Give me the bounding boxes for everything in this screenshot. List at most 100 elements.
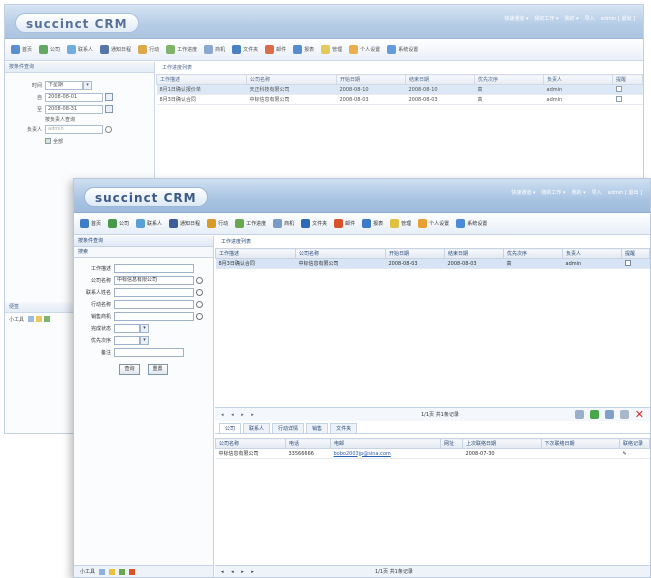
column-header[interactable]: 提醒: [612, 74, 643, 85]
reminder-checkbox[interactable]: [615, 85, 622, 92]
all-checkbox[interactable]: [45, 138, 51, 144]
tab-sales[interactable]: 销售: [306, 423, 329, 433]
toolbar-item[interactable]: 首页: [80, 219, 101, 228]
column-header[interactable]: 下次联络日期: [540, 438, 620, 449]
tab-company[interactable]: 公司: [219, 423, 242, 433]
table-row[interactable]: 中标信息有限公司 33566666 bobo2003jp@sina.com 20…: [215, 448, 650, 459]
toolbar-item[interactable]: 公司: [108, 219, 129, 228]
field-input[interactable]: [114, 299, 194, 309]
column-header[interactable]: 提醒: [621, 248, 650, 259]
tool-icon[interactable]: [119, 568, 126, 575]
column-header[interactable]: 结束日期: [405, 74, 475, 85]
pager-arrows[interactable]: ◂ ◂ ▸ ▸: [221, 569, 371, 575]
field-input[interactable]: [114, 335, 140, 345]
toolbar-item[interactable]: 商机: [273, 219, 294, 228]
column-header[interactable]: 公司名称: [215, 438, 286, 449]
email-link[interactable]: bobo2003jp@sina.com: [330, 448, 441, 459]
refresh-icon[interactable]: [574, 410, 584, 419]
toplink[interactable]: admin [ 退出 ]: [601, 15, 635, 22]
toplink[interactable]: 我的 ▾: [565, 15, 579, 22]
tool-icon[interactable]: [129, 568, 136, 575]
toplink[interactable]: 导入: [592, 189, 602, 196]
search-icon[interactable]: [105, 125, 112, 133]
field-input[interactable]: 中标信息有限公司: [114, 275, 194, 285]
toolbar-item[interactable]: 文件夹: [301, 219, 327, 228]
column-header[interactable]: 公司名称: [246, 74, 337, 85]
table-row[interactable]: 8月1日确认报价单 天正科技有限公司 2008-08-10 2008-08-10…: [156, 84, 643, 95]
toolbar-item[interactable]: 管理: [390, 219, 411, 228]
toolbar-item[interactable]: 系统设置: [387, 45, 418, 54]
search-icon[interactable]: [196, 276, 203, 284]
edit-icon[interactable]: [619, 410, 629, 419]
toolbar-item[interactable]: 个人设置: [418, 219, 449, 228]
tool-icon[interactable]: [109, 568, 116, 575]
edit-record-icon[interactable]: ✎: [619, 448, 650, 459]
toolbar-item[interactable]: 文件夹: [232, 45, 258, 54]
column-header[interactable]: 负责人: [562, 248, 622, 259]
toplink[interactable]: admin [ 退出 ]: [608, 189, 642, 196]
from-date-input[interactable]: 2008-08-01: [45, 92, 103, 102]
toplink[interactable]: 导入: [585, 15, 595, 22]
column-header[interactable]: 优先次序: [474, 74, 544, 85]
toplink[interactable]: 我的工作 ▾: [541, 189, 565, 196]
column-header[interactable]: 联络记录: [619, 438, 650, 449]
toplink[interactable]: 我的 ▾: [572, 189, 586, 196]
reset-button[interactable]: 重置: [147, 363, 168, 375]
tab-contacts[interactable]: 联系人: [243, 423, 271, 433]
chevron-down-icon[interactable]: ▾: [140, 323, 149, 333]
to-date-input[interactable]: 2008-08-31: [45, 104, 103, 114]
toolbar-item[interactable]: 管理: [321, 45, 342, 54]
toplink[interactable]: 快速通道 ▾: [504, 15, 528, 22]
column-header[interactable]: 开始日期: [336, 74, 406, 85]
column-header[interactable]: 公司名称: [295, 248, 386, 259]
tool-icon[interactable]: [99, 568, 106, 575]
toplink[interactable]: 我的工作 ▾: [534, 15, 558, 22]
pager-arrows[interactable]: ◂ ◂ ▸ ▸: [221, 412, 421, 418]
toolbar-item[interactable]: 邮件: [265, 45, 286, 54]
column-header[interactable]: 优先次序: [503, 248, 563, 259]
field-input[interactable]: [114, 347, 184, 357]
reminder-checkbox[interactable]: [624, 259, 631, 266]
period-select[interactable]: 下星期: [45, 80, 83, 90]
tab-actions[interactable]: 行动详情: [272, 423, 305, 433]
reminder-checkbox[interactable]: [615, 95, 622, 102]
column-header[interactable]: 上次联络日期: [462, 438, 542, 449]
toolbar-item[interactable]: 通知日程: [169, 219, 200, 228]
field-input[interactable]: [114, 287, 194, 297]
delete-icon[interactable]: ✕: [635, 409, 644, 420]
table-row[interactable]: 8月3日确认合同 中标信息有限公司 2008-08-03 2008-08-03 …: [156, 94, 643, 105]
toolbar-item[interactable]: 联系人: [67, 45, 93, 54]
search-icon[interactable]: [196, 312, 203, 320]
toplink[interactable]: 快速通道 ▾: [511, 189, 535, 196]
toolbar-item[interactable]: 邮件: [334, 219, 355, 228]
search-icon[interactable]: [196, 300, 203, 308]
toolbar-item[interactable]: 报表: [362, 219, 383, 228]
toolbar-item[interactable]: 系统设置: [456, 219, 487, 228]
toolbar-item[interactable]: 公司: [39, 45, 60, 54]
add-icon[interactable]: [589, 410, 599, 419]
owner-input[interactable]: admin: [45, 124, 103, 134]
search-icon[interactable]: [196, 288, 203, 296]
tab-folders[interactable]: 文件夹: [330, 423, 358, 433]
toolbar-item[interactable]: 通知日程: [100, 45, 131, 54]
search-button[interactable]: 查询: [119, 363, 140, 375]
search-icon[interactable]: [604, 410, 614, 419]
toolbar-item[interactable]: 商机: [204, 45, 225, 54]
toolbar-item[interactable]: 行动: [138, 45, 159, 54]
toolbar-item[interactable]: 联系人: [136, 219, 162, 228]
column-header[interactable]: 负责人: [543, 74, 613, 85]
column-header[interactable]: 结束日期: [444, 248, 504, 259]
column-header[interactable]: 工作描述: [156, 74, 247, 85]
field-input[interactable]: [114, 323, 140, 333]
column-header[interactable]: 开始日期: [385, 248, 445, 259]
calendar-icon[interactable]: [105, 105, 113, 113]
toolbar-item[interactable]: 工作进度: [166, 45, 197, 54]
field-input[interactable]: [114, 263, 194, 273]
tool-icon[interactable]: [28, 316, 35, 322]
toolbar-item[interactable]: 报表: [293, 45, 314, 54]
calendar-icon[interactable]: [105, 93, 113, 101]
column-header[interactable]: 电邮: [330, 438, 441, 449]
column-header[interactable]: 网址: [440, 438, 463, 449]
tool-icon[interactable]: [44, 316, 51, 322]
toolbar-item[interactable]: 个人设置: [349, 45, 380, 54]
